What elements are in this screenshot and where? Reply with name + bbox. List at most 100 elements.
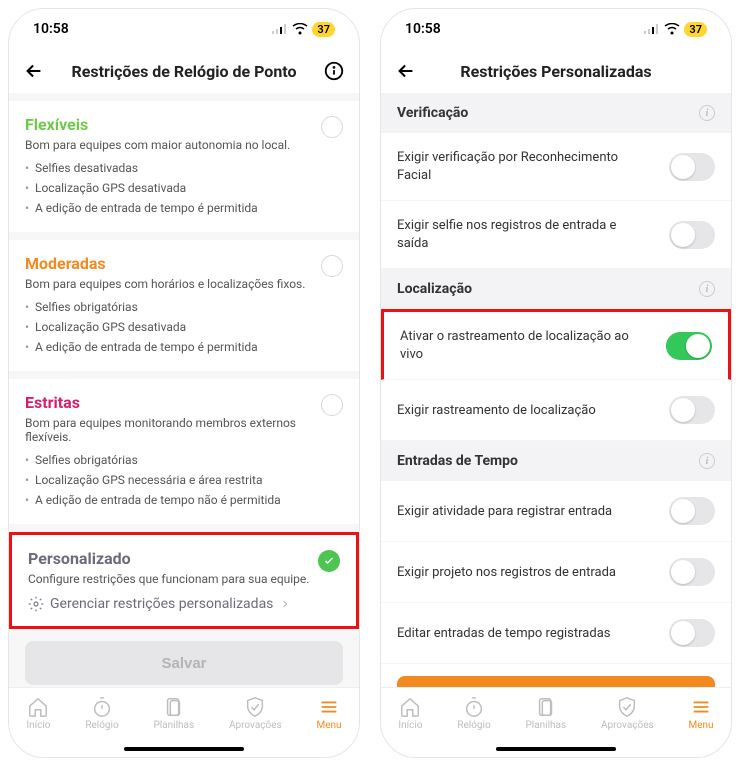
info-icon[interactable]: i bbox=[699, 453, 715, 469]
row-label: Editar entradas de tempo registradas bbox=[397, 625, 610, 643]
wifi-icon bbox=[292, 23, 308, 35]
cellular-icon bbox=[272, 24, 288, 34]
content-scroll[interactable]: Verificação i Exigir verificação por Rec… bbox=[381, 93, 731, 687]
info-icon[interactable]: i bbox=[699, 105, 715, 121]
info-icon[interactable] bbox=[323, 60, 345, 82]
tab-label: Aprovações bbox=[229, 720, 282, 731]
row-live-location: Ativar o rastreamento de localização ao … bbox=[381, 309, 731, 380]
option-moderadas[interactable]: Moderadas Bom para equipes com horários … bbox=[9, 240, 359, 371]
toggle-on[interactable] bbox=[666, 332, 712, 360]
feature-list: Selfies desativadas Localização GPS desa… bbox=[25, 158, 343, 218]
stopwatch-icon bbox=[91, 696, 113, 718]
radio-unchecked[interactable] bbox=[321, 394, 343, 416]
sheets-icon bbox=[163, 696, 185, 718]
tab-relogio[interactable]: Relógio bbox=[85, 696, 118, 731]
toggle-off[interactable] bbox=[669, 558, 715, 586]
page-title: Restrições Personalizadas bbox=[417, 62, 695, 81]
tab-label: Início bbox=[398, 720, 422, 731]
tab-planilhas[interactable]: Planilhas bbox=[525, 696, 566, 731]
feature-item: Localização GPS necessária e área restri… bbox=[25, 470, 343, 490]
tab-aprovacoes[interactable]: Aprovações bbox=[601, 696, 654, 731]
tab-label: Planilhas bbox=[153, 720, 194, 731]
status-right: 37 bbox=[644, 22, 707, 37]
row-require-location: Exigir rastreamento de localização bbox=[381, 380, 731, 441]
home-icon bbox=[27, 696, 49, 718]
option-title: Flexíveis bbox=[25, 115, 88, 134]
section-verificacao: Verificação i bbox=[381, 93, 731, 133]
battery-pill: 37 bbox=[684, 22, 707, 37]
back-icon[interactable] bbox=[23, 60, 45, 82]
radio-unchecked[interactable] bbox=[321, 116, 343, 138]
radio-checked[interactable] bbox=[318, 550, 340, 572]
manage-custom-button[interactable]: Gerenciar restrições personalizadas bbox=[28, 596, 340, 612]
tab-label: Relógio bbox=[85, 720, 118, 731]
status-time: 10:58 bbox=[405, 21, 441, 37]
tab-relogio[interactable]: Relógio bbox=[457, 696, 490, 731]
menu-icon bbox=[318, 696, 340, 718]
tab-label: Relógio bbox=[457, 720, 490, 731]
home-icon bbox=[399, 696, 421, 718]
tab-menu[interactable]: Menu bbox=[316, 696, 341, 731]
feature-list: Selfies obrigatórias Localização GPS nec… bbox=[25, 450, 343, 510]
tab-planilhas[interactable]: Planilhas bbox=[153, 696, 194, 731]
toggle-off[interactable] bbox=[669, 497, 715, 525]
option-subtitle: Bom para equipes monitorando membros ext… bbox=[25, 416, 343, 444]
save-area: Salvar bbox=[9, 629, 359, 687]
feature-list: Selfies obrigatórias Localização GPS des… bbox=[25, 297, 343, 357]
phone-left: 10:58 37 Restrições de Relógio de Ponto … bbox=[8, 8, 360, 758]
feature-item: Localização GPS desativada bbox=[25, 178, 343, 198]
section-title: Localização bbox=[397, 281, 472, 297]
row-require-selfie: Exigir selfie nos registros de entrada e… bbox=[381, 201, 731, 269]
option-flexiveis[interactable]: Flexíveis Bom para equipes com maior aut… bbox=[9, 101, 359, 232]
tab-menu[interactable]: Menu bbox=[688, 696, 713, 731]
radio-unchecked[interactable] bbox=[321, 255, 343, 277]
row-label: Exigir verificação por Reconhecimento Fa… bbox=[397, 149, 627, 184]
status-bar: 10:58 37 bbox=[381, 9, 731, 49]
status-time: 10:58 bbox=[33, 21, 69, 37]
toggle-off[interactable] bbox=[669, 396, 715, 424]
save-button[interactable]: Salvar bbox=[25, 641, 343, 685]
nav-header: Restrições Personalizadas bbox=[381, 49, 731, 93]
tab-inicio[interactable]: Início bbox=[26, 696, 50, 731]
feature-item: Selfies desativadas bbox=[25, 158, 343, 178]
status-bar: 10:58 37 bbox=[9, 9, 359, 49]
option-title: Moderadas bbox=[25, 254, 106, 273]
info-icon[interactable]: i bbox=[699, 281, 715, 297]
save-button[interactable]: Salvar bbox=[397, 676, 715, 687]
row-label: Exigir atividade para registrar entrada bbox=[397, 503, 612, 521]
option-personalizado[interactable]: Personalizado Configure restrições que f… bbox=[9, 532, 359, 629]
row-require-activity: Exigir atividade para registrar entrada bbox=[381, 481, 731, 542]
toggle-off[interactable] bbox=[669, 221, 715, 249]
manage-custom-label: Gerenciar restrições personalizadas bbox=[50, 596, 273, 612]
section-localizacao: Localização i bbox=[381, 269, 731, 309]
content-scroll[interactable]: Flexíveis Bom para equipes com maior aut… bbox=[9, 93, 359, 687]
feature-item: A edição de entrada de tempo é permitida bbox=[25, 337, 343, 357]
option-title: Personalizado bbox=[28, 549, 131, 568]
back-icon[interactable] bbox=[395, 60, 417, 82]
feature-item: Localização GPS desativada bbox=[25, 317, 343, 337]
toggle-off[interactable] bbox=[669, 153, 715, 181]
option-subtitle: Bom para equipes com horários e localiza… bbox=[25, 277, 343, 291]
toggle-off[interactable] bbox=[669, 619, 715, 647]
row-label: Exigir projeto nos registros de entrada bbox=[397, 564, 616, 582]
tab-label: Início bbox=[26, 720, 50, 731]
row-face-recognition: Exigir verificação por Reconhecimento Fa… bbox=[381, 133, 731, 201]
cellular-icon bbox=[644, 24, 660, 34]
wifi-icon bbox=[664, 23, 680, 35]
status-right: 37 bbox=[272, 22, 335, 37]
row-edit-entries: Editar entradas de tempo registradas bbox=[381, 603, 731, 664]
home-indicator bbox=[496, 747, 616, 751]
feature-item: A edição de entrada de tempo é permitida bbox=[25, 198, 343, 218]
tab-aprovacoes[interactable]: Aprovações bbox=[229, 696, 282, 731]
tab-label: Menu bbox=[316, 720, 341, 731]
option-estritas[interactable]: Estritas Bom para equipes monitorando me… bbox=[9, 379, 359, 524]
tab-inicio[interactable]: Início bbox=[398, 696, 422, 731]
battery-pill: 37 bbox=[312, 22, 335, 37]
row-label: Exigir rastreamento de localização bbox=[397, 402, 596, 420]
gear-icon bbox=[28, 596, 44, 612]
section-title: Verificação bbox=[397, 105, 468, 121]
option-subtitle: Configure restrições que funcionam para … bbox=[28, 572, 340, 586]
row-require-project: Exigir projeto nos registros de entrada bbox=[381, 542, 731, 603]
page-title: Restrições de Relógio de Ponto bbox=[45, 62, 323, 81]
option-subtitle: Bom para equipes com maior autonomia no … bbox=[25, 138, 343, 152]
